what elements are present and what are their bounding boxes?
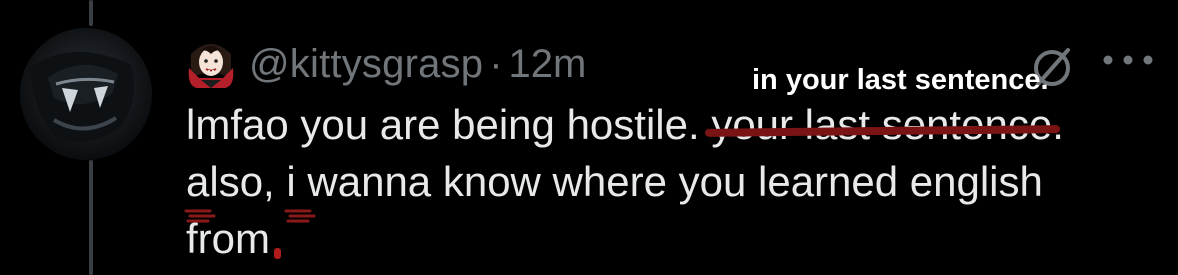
letter-i: i: [286, 158, 296, 205]
separator-dot: ·: [489, 41, 503, 86]
thread-line-bottom: [89, 160, 93, 275]
thread-line-top: [89, 0, 93, 26]
tweet-line-2-text-b: wanna know where you learned english: [295, 158, 1043, 205]
tweet-line-3: from: [186, 210, 1166, 267]
underlined-letter-i: i: [284, 153, 316, 223]
correction-annotation: in your last sentence.: [752, 64, 1049, 96]
vampire-woman-emoji-icon: [187, 38, 235, 90]
struck-phrase: your last sentence: [705, 96, 1061, 153]
tweet-text-start: lmfao you are being hostile.: [186, 101, 712, 148]
letter-a: a: [186, 158, 210, 205]
avatar[interactable]: [20, 28, 152, 160]
tweet-line-2: a lso, i wanna know where you learned en…: [184, 153, 1166, 223]
timestamp[interactable]: 12m: [509, 42, 587, 87]
tweet-line-2-text-a: lso,: [209, 158, 287, 205]
more-icon[interactable]: [1098, 52, 1158, 68]
tweet-text: lmfao you are being hostile. your last s…: [184, 96, 1166, 267]
struck-phrase-text: your last sentence: [711, 101, 1053, 148]
user-handle[interactable]: @kittysgrasp: [249, 42, 483, 87]
underlined-letter-a: a: [184, 153, 216, 223]
added-period-mark: [274, 248, 281, 259]
capitalization-mark-i: [284, 209, 316, 223]
tweet-header: @kittysgrasp · 12m: [187, 36, 586, 92]
capitalization-mark: [184, 209, 216, 223]
tweet-line-1: lmfao you are being hostile. your last s…: [186, 96, 1166, 153]
